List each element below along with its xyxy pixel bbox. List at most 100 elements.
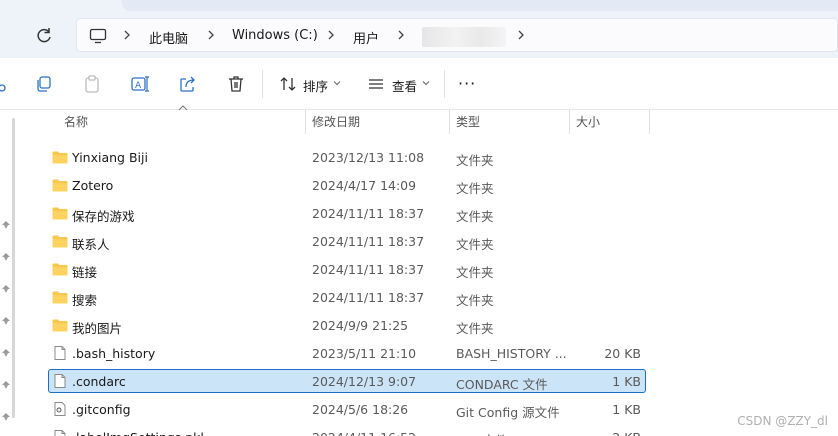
file-size: 2 KB	[612, 430, 641, 436]
file-name: .gitconfig	[72, 402, 131, 417]
folder-icon	[52, 262, 68, 276]
file-name: .labelImgSettings.pkl	[72, 430, 204, 436]
file-name: 联系人	[72, 237, 110, 252]
chevron-down-icon[interactable]	[333, 79, 341, 87]
view-button[interactable]: 查看	[392, 76, 417, 95]
breadcrumb-windows-c[interactable]: Windows (C:)	[232, 28, 318, 43]
sort-button[interactable]: 排序	[303, 76, 328, 95]
column-divider[interactable]	[569, 110, 570, 134]
more-options-button[interactable]: ···	[458, 74, 482, 94]
file-type: BASH_HISTORY ...	[456, 346, 567, 361]
column-name[interactable]: 名称	[64, 113, 88, 130]
this-pc-icon[interactable]	[89, 28, 107, 44]
pin-icon[interactable]	[1, 412, 11, 422]
file-modified-date: 2023/5/11 21:10	[312, 346, 417, 361]
file-row[interactable]: .condarc 2024/12/13 9:07 CONDARC 文件 1 KB	[48, 369, 646, 393]
file-name: 保存的游戏	[72, 209, 135, 224]
file-modified-date: 2023/12/13 11:08	[312, 150, 425, 165]
file-row[interactable]: .gitconfig 2024/5/6 18:26 Git Config 源文件 1 …	[48, 397, 646, 421]
file-row[interactable]: Zotero 2024/4/17 14:09 文件夹	[48, 173, 646, 197]
refresh-icon[interactable]	[34, 26, 54, 46]
file-type: 文件夹	[456, 321, 494, 336]
file-size: 1 KB	[612, 402, 641, 417]
file-size: 20 KB	[604, 346, 641, 361]
column-header: 名称 修改日期 类型 大小	[32, 105, 838, 134]
file-type: 文件夹	[456, 153, 494, 168]
pin-icon[interactable]	[1, 316, 11, 326]
view-icon[interactable]	[366, 74, 386, 94]
tab-edge	[122, 0, 838, 11]
file-modified-date: 2024/11/11 18:37	[312, 206, 425, 221]
title-strip	[0, 0, 838, 12]
breadcrumb-users[interactable]: 用户	[353, 28, 379, 47]
file-row[interactable]: 联系人 2024/11/11 18:37 文件夹	[48, 229, 646, 253]
file-modified-date: 2024/11/11 18:37	[312, 234, 425, 249]
file-type: 文件夹	[456, 181, 494, 196]
file-modified-date: 2024/9/9 21:25	[312, 318, 409, 333]
file-name: 链接	[72, 265, 98, 280]
file-type: CONDARC 文件	[456, 377, 548, 392]
toolbar-divider	[444, 70, 445, 98]
pin-icon[interactable]	[1, 348, 11, 358]
pin-icon[interactable]	[1, 284, 11, 294]
pin-icon[interactable]	[1, 252, 11, 262]
file-row[interactable]: .bash_history 2023/5/11 21:10 BASH_HISTORY…	[48, 341, 646, 365]
file-row[interactable]: 搜索 2024/11/11 18:37 文件夹	[48, 285, 646, 309]
navigation-scrollbar[interactable]	[12, 118, 15, 418]
chevron-right-icon[interactable]	[205, 27, 217, 43]
column-divider[interactable]	[449, 110, 450, 134]
sort-icon[interactable]	[278, 74, 298, 94]
column-modified[interactable]: 修改日期	[312, 113, 360, 130]
paste-icon[interactable]	[82, 74, 102, 94]
file-type: 文件夹	[456, 237, 494, 252]
pin-icon[interactable]	[1, 380, 11, 390]
file-row[interactable]: 我的图片 2024/9/9 21:25 文件夹	[48, 313, 646, 337]
file-explorer-window: 此电脑 Windows (C:) 用户 A 排序 查看 ··· 名称 修改日期 …	[0, 0, 838, 436]
chevron-right-icon[interactable]	[121, 27, 133, 43]
file-row[interactable]: 保存的游戏 2024/11/11 18:37 文件夹	[48, 201, 646, 225]
file-modified-date: 2024/5/6 18:26	[312, 402, 409, 417]
chevron-right-icon[interactable]	[515, 27, 527, 43]
copy-icon[interactable]	[34, 74, 54, 94]
file-type: 文件夹	[456, 293, 494, 308]
column-divider[interactable]	[305, 110, 306, 134]
breadcrumb-this-pc[interactable]: 此电脑	[149, 28, 188, 47]
breadcrumb-username-redacted[interactable]	[422, 27, 506, 47]
rename-icon[interactable]: A	[130, 74, 150, 94]
pin-icon[interactable]	[1, 220, 11, 230]
file-name: Zotero	[72, 178, 114, 193]
chevron-right-icon[interactable]	[395, 27, 407, 43]
file-icon	[52, 374, 68, 388]
sort-ascending-icon	[178, 105, 188, 111]
delete-icon[interactable]	[226, 74, 246, 94]
svg-text:A: A	[135, 81, 142, 91]
chevron-down-icon[interactable]	[422, 79, 430, 87]
column-type[interactable]: 类型	[456, 113, 480, 130]
file-row[interactable]: 链接 2024/11/11 18:37 文件夹	[48, 257, 646, 281]
file-type: 文件夹	[456, 209, 494, 224]
file-icon	[52, 430, 68, 436]
file-name: 搜索	[72, 293, 98, 308]
file-name: 我的图片	[72, 321, 123, 336]
file-row[interactable]: Yinxiang Biji 2023/12/13 11:08 文件夹	[48, 145, 646, 169]
file-row[interactable]: .labelImgSettings.pkl 2024/4/11 16:52 PKL …	[48, 425, 646, 436]
column-divider[interactable]	[649, 110, 650, 134]
file-modified-date: 2024/4/17 14:09	[312, 178, 417, 193]
folder-icon	[52, 290, 68, 304]
share-icon[interactable]	[178, 74, 198, 94]
chevron-right-icon[interactable]	[325, 27, 337, 43]
file-size: 1 KB	[612, 374, 641, 389]
file-name: .condarc	[72, 374, 126, 389]
file-type: PKL 文件	[456, 430, 508, 436]
toolbar-divider	[262, 70, 263, 98]
cut-icon[interactable]	[0, 74, 16, 94]
file-modified-date: 2024/11/11 18:37	[312, 262, 425, 277]
address-row: 此电脑 Windows (C:) 用户	[0, 12, 838, 58]
file-name: Yinxiang Biji	[72, 150, 148, 165]
column-size[interactable]: 大小	[576, 113, 600, 130]
folder-icon	[52, 178, 68, 192]
address-bar[interactable]: 此电脑 Windows (C:) 用户	[76, 18, 838, 52]
file-type: Git Config 源文件	[456, 405, 560, 420]
watermark: CSDN @ZZY_dl	[737, 414, 828, 428]
config-file-icon	[52, 402, 68, 416]
